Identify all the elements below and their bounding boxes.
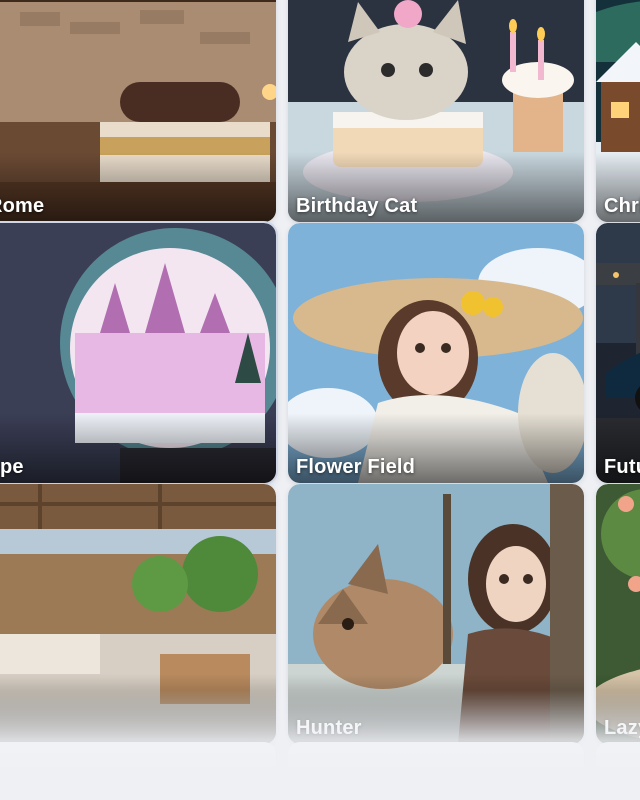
card-label: Futuristic Car bbox=[604, 456, 640, 478]
card-label: Hunter bbox=[296, 717, 362, 739]
template-card-futuristic-car[interactable]: Futuristic Car bbox=[596, 223, 640, 483]
template-card-flower-field[interactable]: Flower Field bbox=[288, 223, 584, 483]
template-card-christmas[interactable]: Christmas bbox=[596, 0, 640, 222]
template-card-hunter[interactable]: Hunter bbox=[288, 484, 584, 744]
template-gallery: Rome bbox=[0, 0, 640, 800]
card-label: Birthday Cat bbox=[296, 195, 418, 217]
template-grid: Rome bbox=[0, 0, 640, 755]
card-label: Flower Field bbox=[296, 456, 416, 478]
card-label: pe bbox=[0, 456, 24, 478]
template-card-snow-globe[interactable]: pe bbox=[0, 223, 276, 483]
label-shade bbox=[0, 674, 276, 744]
card-label: Lazy Peach bbox=[604, 717, 640, 739]
template-card-placeholder[interactable] bbox=[0, 742, 276, 800]
template-card-placeholder[interactable] bbox=[288, 742, 584, 800]
next-row-cards bbox=[0, 742, 640, 800]
card-label: Rome bbox=[0, 195, 45, 217]
template-card-rome[interactable]: Rome bbox=[0, 0, 276, 222]
template-card-placeholder[interactable] bbox=[596, 742, 640, 800]
card-label: Christmas bbox=[604, 195, 640, 217]
label-shade bbox=[0, 413, 276, 483]
template-card-lazy-peach[interactable]: Lazy Peach bbox=[596, 484, 640, 744]
template-card-birthday-cat[interactable]: Birthday Cat bbox=[288, 0, 584, 222]
template-card-patio[interactable] bbox=[0, 484, 276, 744]
